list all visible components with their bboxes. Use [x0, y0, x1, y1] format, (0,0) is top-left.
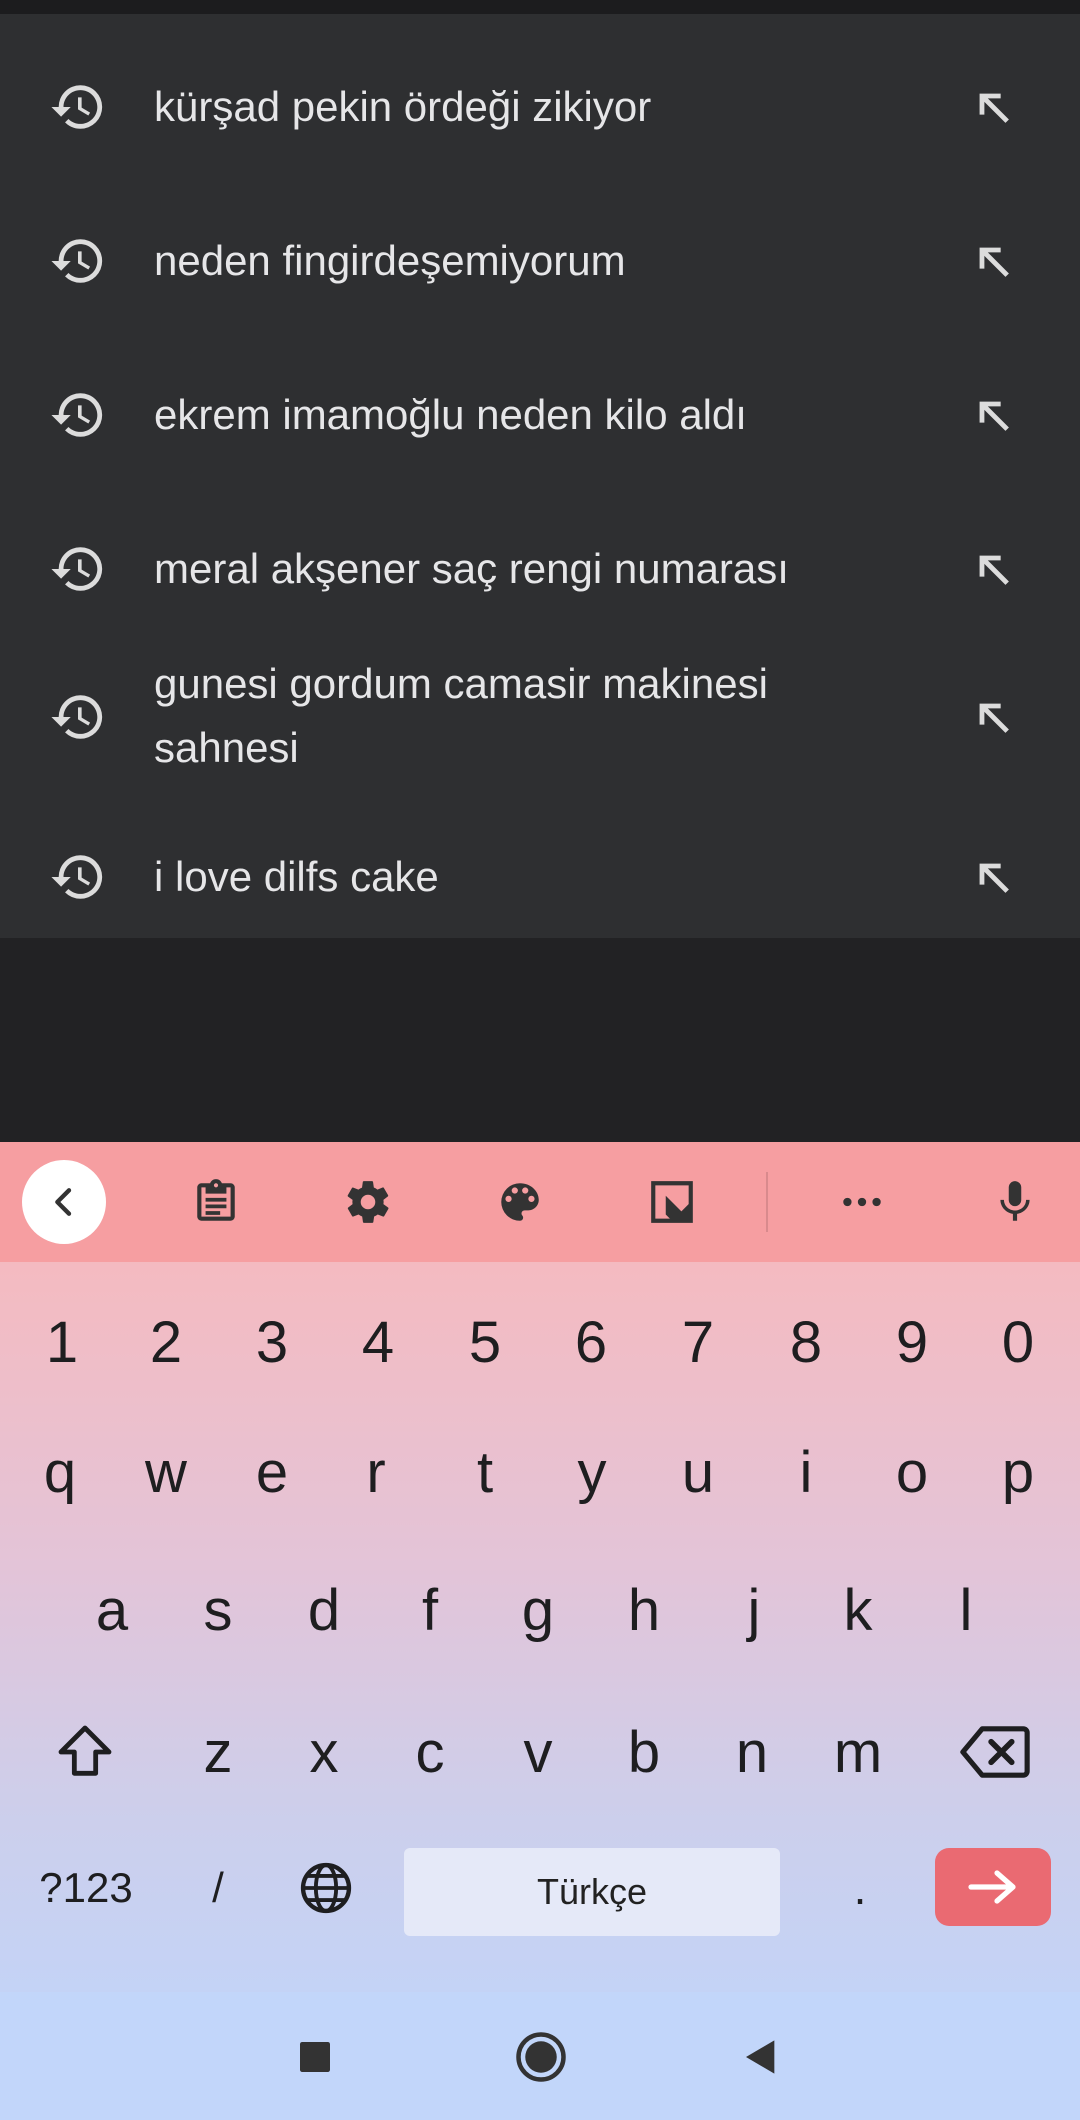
space-bar[interactable]: Türkçe	[404, 1848, 780, 1936]
key-h[interactable]: h	[592, 1550, 696, 1670]
system-navigation-bar	[0, 1992, 1080, 2120]
symbols-key[interactable]: ?123	[24, 1838, 148, 1938]
suggestion-item[interactable]: i love dilfs cake	[0, 830, 1080, 924]
backspace-icon	[960, 1726, 1030, 1778]
enter-key[interactable]	[935, 1848, 1051, 1926]
suggestion-item[interactable]: neden fingirdeşemiyorum	[0, 214, 1080, 308]
bottom-row: ?123 / Türkçe .	[0, 1838, 1080, 1958]
key-d[interactable]: d	[272, 1550, 376, 1670]
search-suggestions-list: kürşad pekin ördeği zikiyor neden fingir…	[0, 14, 1080, 938]
key-y[interactable]: y	[540, 1412, 644, 1532]
keyboard: 1 2 3 4 5 6 7 8 9 0 q w e r t y u i o p …	[0, 1142, 1080, 1992]
clipboard-icon[interactable]	[174, 1160, 258, 1244]
shift-key[interactable]	[30, 1692, 140, 1812]
suggestion-text: neden fingirdeşemiyorum	[154, 237, 626, 284]
history-icon	[44, 683, 112, 751]
key-k[interactable]: k	[806, 1550, 910, 1670]
recents-square-icon[interactable]	[280, 2022, 350, 2092]
suggestion-text: i love dilfs cake	[154, 853, 439, 900]
fill-query-arrow-icon[interactable]	[958, 72, 1028, 142]
suggestion-text: gunesi gordum camasir makinesi sahnesi	[154, 660, 768, 771]
letter-row-2: a s d f g h j k l	[0, 1550, 1080, 1670]
empty-area	[0, 938, 1080, 1142]
letter-row-3: z x c v b n m	[0, 1692, 1080, 1812]
back-triangle-icon[interactable]	[726, 2022, 796, 2092]
key-c[interactable]: c	[378, 1692, 482, 1812]
top-strip	[0, 0, 1080, 14]
history-icon	[44, 535, 112, 603]
palette-icon[interactable]	[478, 1160, 562, 1244]
key-8[interactable]: 8	[754, 1282, 858, 1402]
key-p[interactable]: p	[966, 1412, 1070, 1532]
arrow-right-icon	[968, 1870, 1016, 1904]
suggestion-text: ekrem imamoğlu neden kilo aldı	[154, 391, 747, 438]
key-3[interactable]: 3	[220, 1282, 324, 1402]
gear-icon[interactable]	[326, 1160, 410, 1244]
key-q[interactable]: q	[8, 1412, 112, 1532]
more-dots-icon[interactable]	[820, 1160, 904, 1244]
microphone-icon[interactable]	[973, 1160, 1057, 1244]
fill-query-arrow-icon[interactable]	[958, 682, 1028, 752]
fill-query-arrow-icon[interactable]	[958, 842, 1028, 912]
suggestion-text: kürşad pekin ördeği zikiyor	[154, 83, 652, 130]
key-6[interactable]: 6	[539, 1282, 643, 1402]
key-7[interactable]: 7	[646, 1282, 750, 1402]
key-w[interactable]: w	[114, 1412, 218, 1532]
suggestion-text: meral akşener saç rengi numarası	[154, 545, 789, 592]
key-i[interactable]: i	[754, 1412, 858, 1532]
history-icon	[44, 73, 112, 141]
fill-query-arrow-icon[interactable]	[958, 380, 1028, 450]
key-m[interactable]: m	[806, 1692, 910, 1812]
fill-query-arrow-icon[interactable]	[958, 226, 1028, 296]
key-0[interactable]: 0	[966, 1282, 1070, 1402]
key-a[interactable]: a	[60, 1550, 164, 1670]
key-4[interactable]: 4	[326, 1282, 430, 1402]
key-2[interactable]: 2	[114, 1282, 218, 1402]
key-u[interactable]: u	[646, 1412, 750, 1532]
key-f[interactable]: f	[378, 1550, 482, 1670]
history-icon	[44, 381, 112, 449]
key-1[interactable]: 1	[10, 1282, 114, 1402]
shift-icon	[58, 1725, 112, 1776]
letter-row-1: q w e r t y u i o p	[0, 1412, 1080, 1532]
language-key[interactable]	[274, 1838, 378, 1938]
history-icon	[44, 227, 112, 295]
backspace-key[interactable]	[940, 1692, 1050, 1812]
key-l[interactable]: l	[914, 1550, 1018, 1670]
key-z[interactable]: z	[166, 1692, 270, 1812]
keyboard-toolbar	[0, 1142, 1080, 1262]
home-circle-icon[interactable]	[506, 2022, 576, 2092]
fill-query-arrow-icon[interactable]	[958, 534, 1028, 604]
key-s[interactable]: s	[166, 1550, 270, 1670]
key-g[interactable]: g	[486, 1550, 590, 1670]
period-key[interactable]: .	[808, 1838, 912, 1938]
key-x[interactable]: x	[272, 1692, 376, 1812]
key-9[interactable]: 9	[860, 1282, 964, 1402]
key-n[interactable]: n	[700, 1692, 804, 1812]
key-e[interactable]: e	[220, 1412, 324, 1532]
slash-key[interactable]: /	[166, 1838, 270, 1938]
key-r[interactable]: r	[324, 1412, 428, 1532]
suggestion-item[interactable]: kürşad pekin ördeği zikiyor	[0, 60, 1080, 154]
key-j[interactable]: j	[702, 1550, 806, 1670]
suggestion-item[interactable]: ekrem imamoğlu neden kilo aldı	[0, 368, 1080, 462]
key-o[interactable]: o	[860, 1412, 964, 1532]
resize-icon[interactable]	[630, 1160, 714, 1244]
globe-icon	[300, 1862, 352, 1914]
suggestion-item[interactable]: gunesi gordum camasir makinesi sahnesi	[0, 642, 1080, 792]
history-icon	[44, 843, 112, 911]
suggestion-item[interactable]: meral akşener saç rengi numarası	[0, 522, 1080, 616]
key-t[interactable]: t	[433, 1412, 537, 1532]
key-v[interactable]: v	[486, 1692, 590, 1812]
number-row: 1 2 3 4 5 6 7 8 9 0	[0, 1282, 1080, 1402]
key-5[interactable]: 5	[433, 1282, 537, 1402]
toolbar-separator	[766, 1172, 768, 1232]
back-chevron-icon[interactable]	[22, 1160, 106, 1244]
key-b[interactable]: b	[592, 1692, 696, 1812]
